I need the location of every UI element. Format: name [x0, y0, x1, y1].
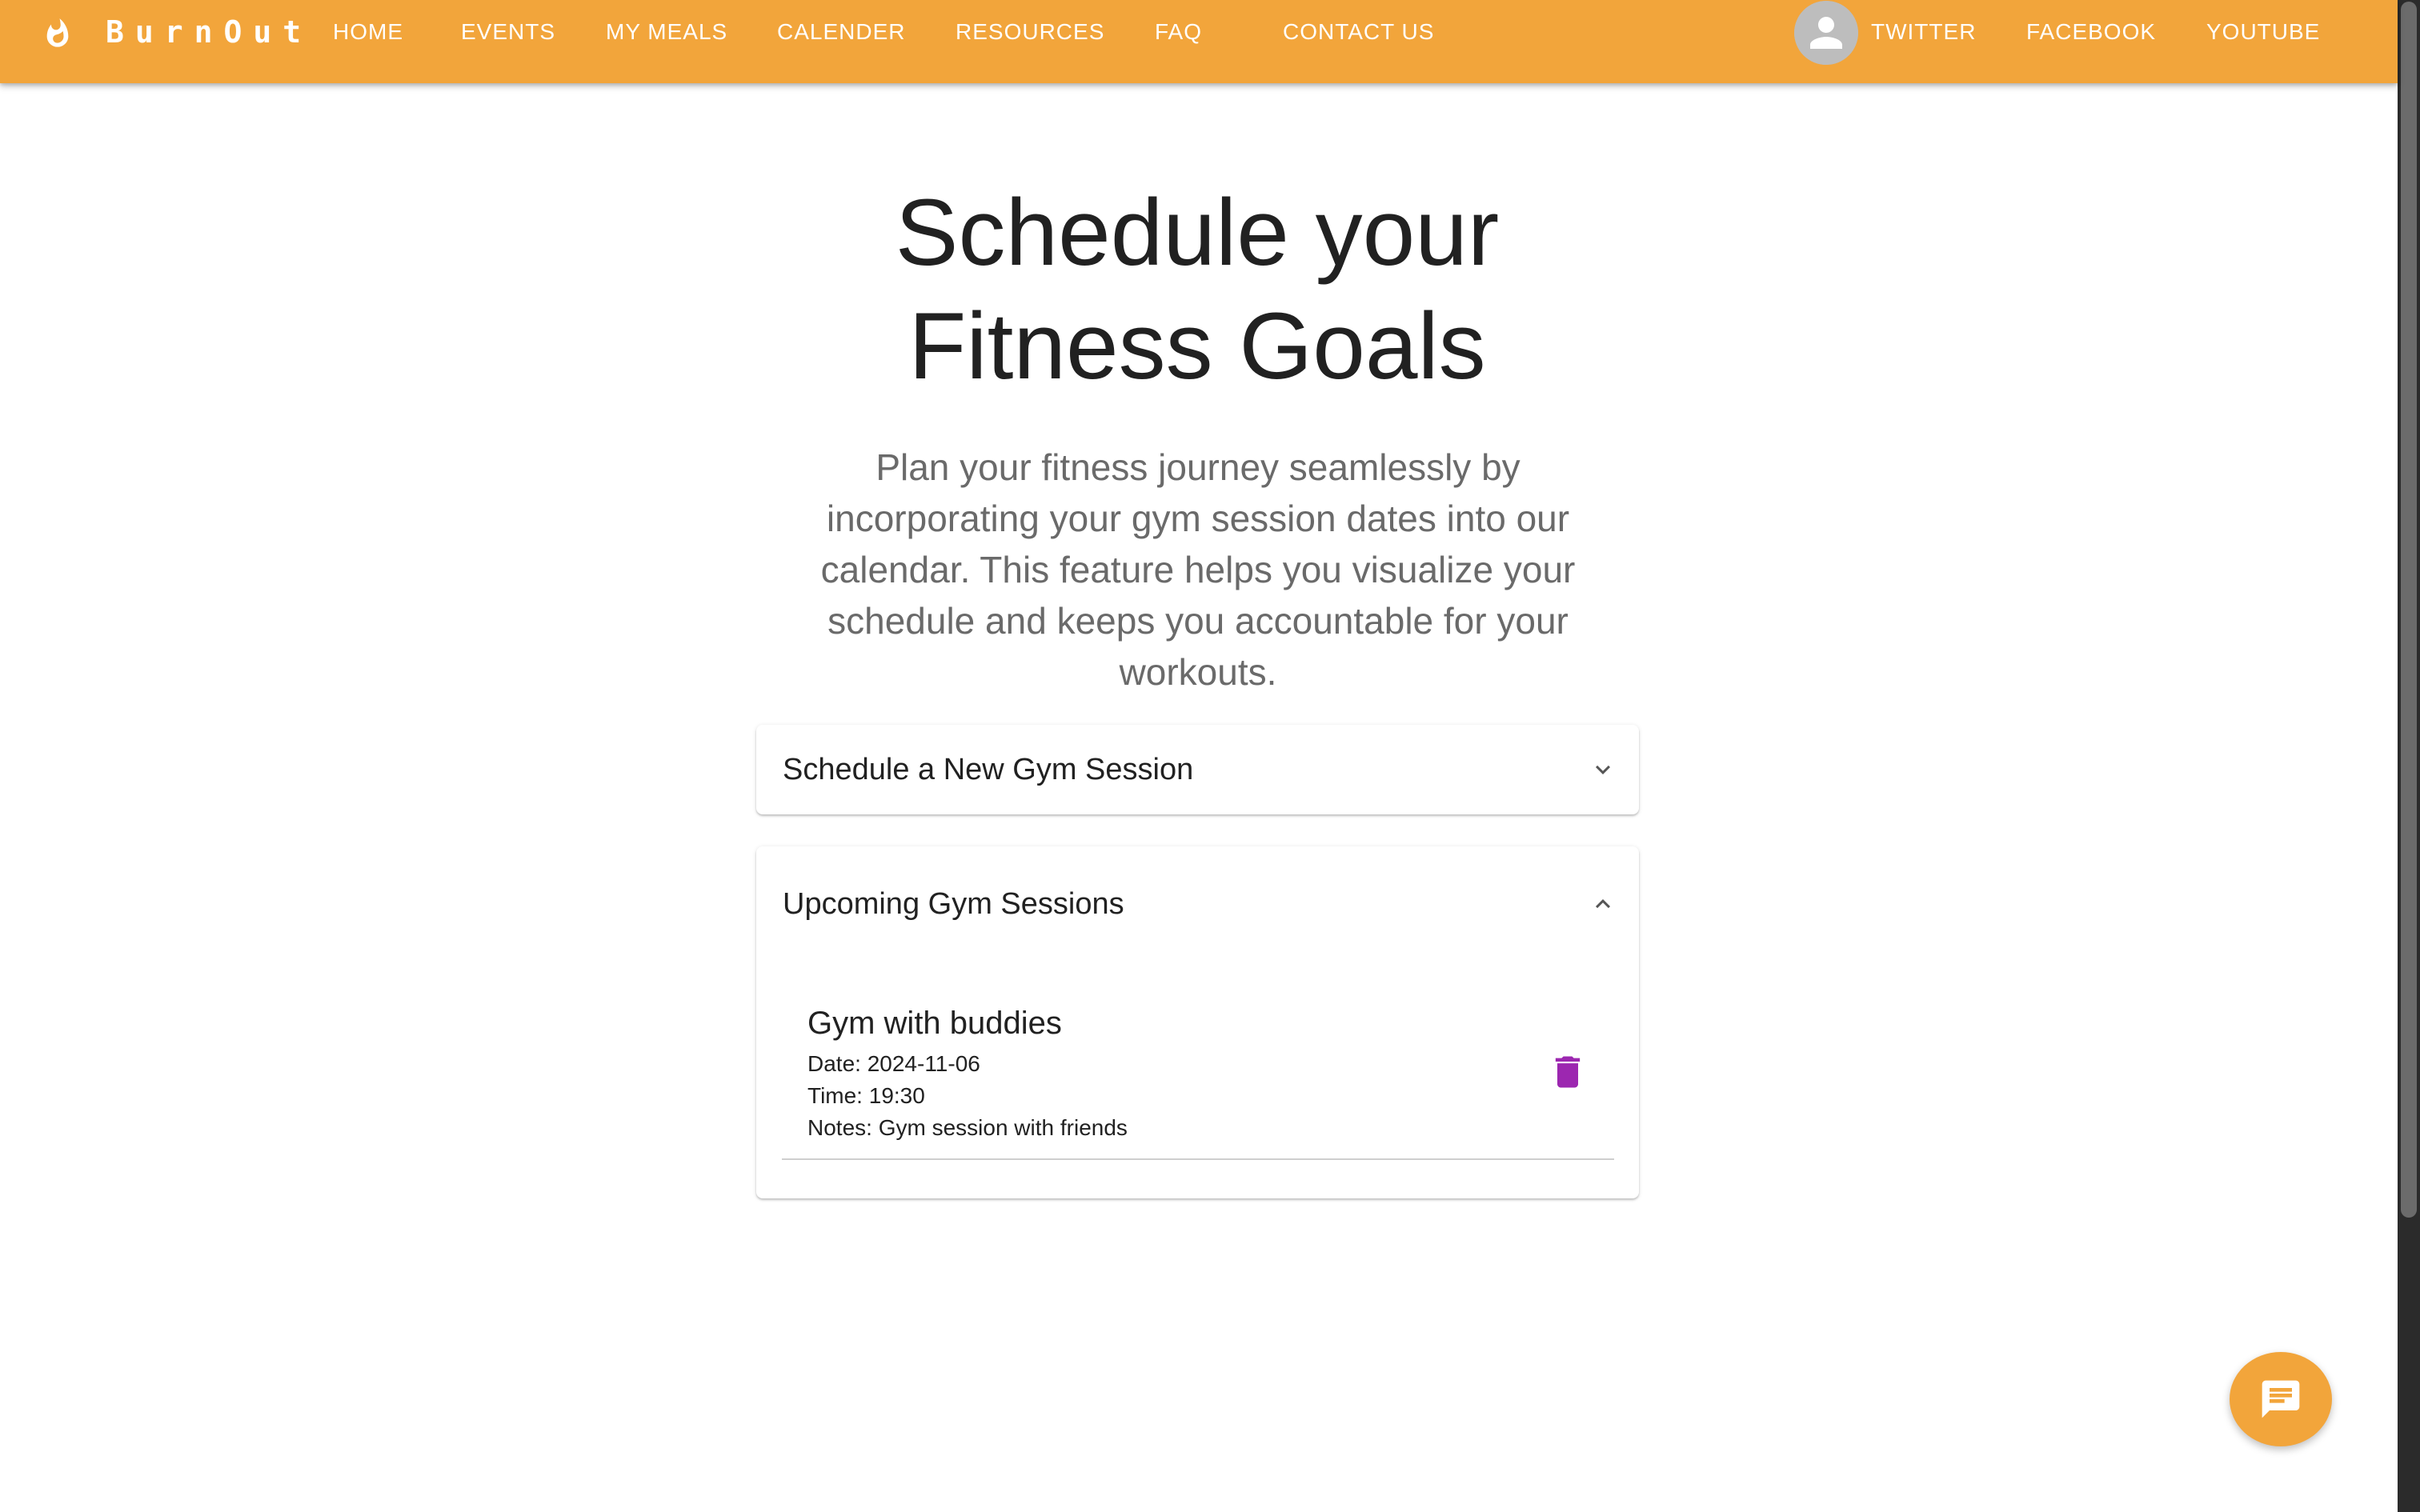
nav-faq[interactable]: FAQ: [1155, 18, 1202, 46]
upcoming-sessions-title: Upcoming Gym Sessions: [783, 887, 1124, 921]
chevron-up-icon[interactable]: [1589, 890, 1617, 918]
chat-icon: [2262, 1380, 2300, 1418]
page-title-line-2: Fitness Goals: [908, 294, 1486, 399]
nav-facebook[interactable]: FACEBOOK: [2026, 18, 2156, 46]
user-avatar-icon[interactable]: [1794, 1, 1858, 65]
description-line-1: Plan your fitness journey seamlessly by: [875, 446, 1521, 488]
scrollbar-thumb[interactable]: [2401, 2, 2417, 1218]
chevron-down-icon[interactable]: [1589, 755, 1617, 784]
trash-icon[interactable]: [1547, 1051, 1589, 1093]
flame-icon[interactable]: [42, 16, 74, 51]
session-time: Time: 19:30: [807, 1083, 925, 1108]
upcoming-sessions-accordion: Upcoming Gym Sessions Gym with buddies D…: [756, 846, 1639, 1198]
nav-calender[interactable]: CALENDER: [777, 18, 905, 46]
session-list-item: Gym with buddies Date: 2024-11-06 Time: …: [782, 998, 1614, 1160]
description-line-5: workouts.: [1119, 651, 1277, 693]
upcoming-sessions-accordion-header[interactable]: Upcoming Gym Sessions: [756, 846, 1639, 965]
brand-name[interactable]: BurnOut: [106, 13, 312, 51]
page-title: Schedule your Fitness Goals: [797, 176, 1597, 403]
nav-youtube[interactable]: YOUTUBE: [2206, 18, 2320, 46]
nav-home[interactable]: HOME: [333, 18, 403, 46]
session-date: Date: 2024-11-06: [807, 1051, 980, 1076]
app-bar: BurnOut HOME EVENTS MY MEALS CALENDER RE…: [0, 0, 2398, 83]
page-title-line-1: Schedule your: [895, 180, 1500, 286]
description-line-4: schedule and keeps you accountable for y…: [827, 600, 1569, 642]
session-notes: Notes: Gym session with friends: [807, 1115, 1128, 1140]
description-line-3: calendar. This feature helps you visuali…: [820, 549, 1576, 590]
nav-resources[interactable]: RESOURCES: [956, 18, 1104, 46]
chat-button[interactable]: [2230, 1352, 2332, 1446]
page-scrollbar[interactable]: [2398, 0, 2420, 1512]
session-title: Gym with buddies: [807, 1006, 1062, 1041]
nav-events[interactable]: EVENTS: [461, 18, 555, 46]
description-line-2: incorporating your gym session dates int…: [826, 498, 1570, 539]
schedule-session-accordion: Schedule a New Gym Session: [756, 725, 1639, 814]
schedule-session-accordion-header[interactable]: Schedule a New Gym Session: [756, 725, 1639, 814]
nav-my-meals[interactable]: MY MEALS: [606, 18, 727, 46]
nav-contact-us[interactable]: CONTACT US: [1283, 18, 1434, 46]
schedule-session-title: Schedule a New Gym Session: [783, 753, 1194, 786]
nav-twitter[interactable]: TWITTER: [1871, 18, 1976, 46]
page-description: Plan your fitness journey seamlessly by …: [786, 442, 1610, 698]
